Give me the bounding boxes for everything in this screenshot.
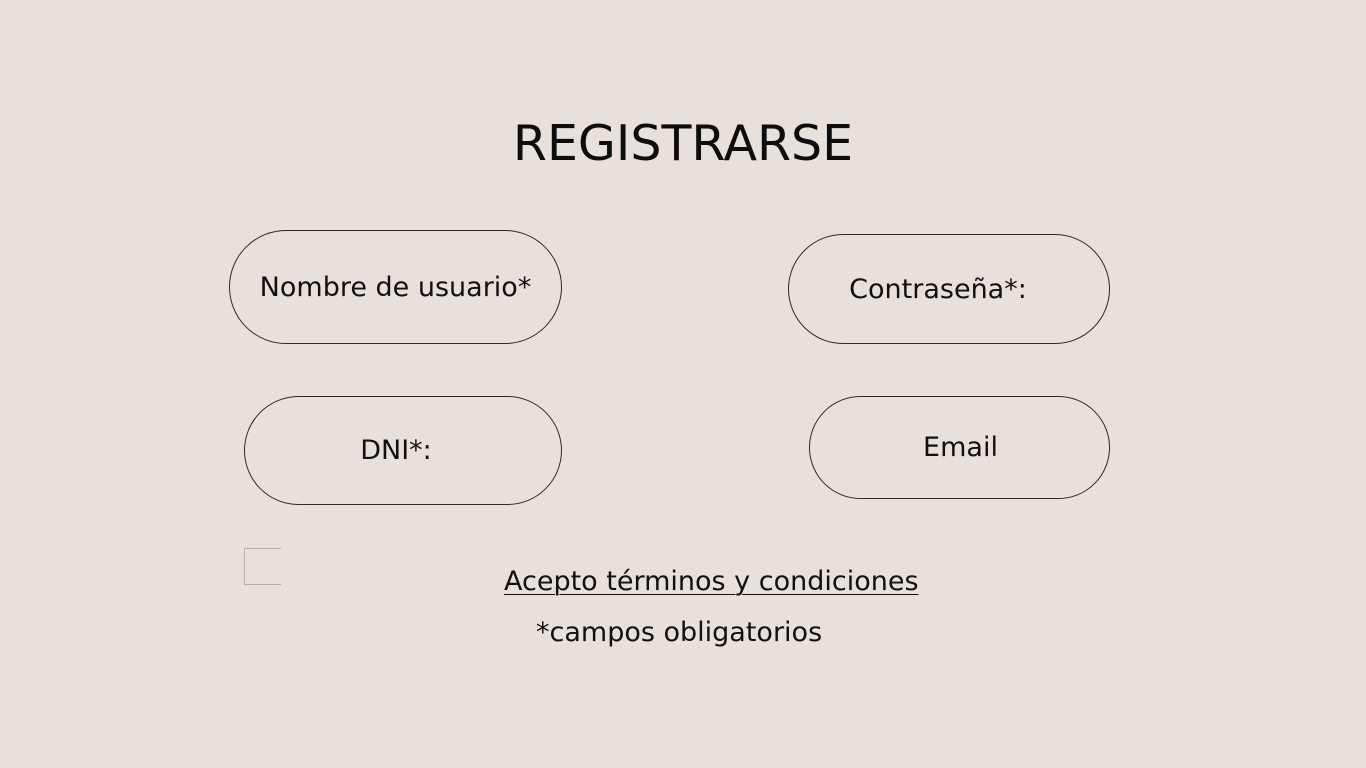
dni-field-label: DNI*: [360,435,432,466]
email-field[interactable]: Email [809,396,1110,499]
dni-field[interactable]: DNI*: [244,396,562,505]
page-title: REGISTRARSE [512,115,854,172]
username-field-label: Nombre de usuario* [259,271,532,303]
terms-link[interactable]: Acepto términos y condiciones [504,566,919,597]
required-fields-note: *campos obligatorios [536,617,823,648]
terms-checkbox[interactable] [244,548,281,585]
password-field-label: Contraseña*: [849,273,1027,305]
email-field-label: Email [923,432,998,463]
password-field[interactable]: Contraseña*: [788,234,1110,344]
username-field[interactable]: Nombre de usuario* [229,230,562,344]
